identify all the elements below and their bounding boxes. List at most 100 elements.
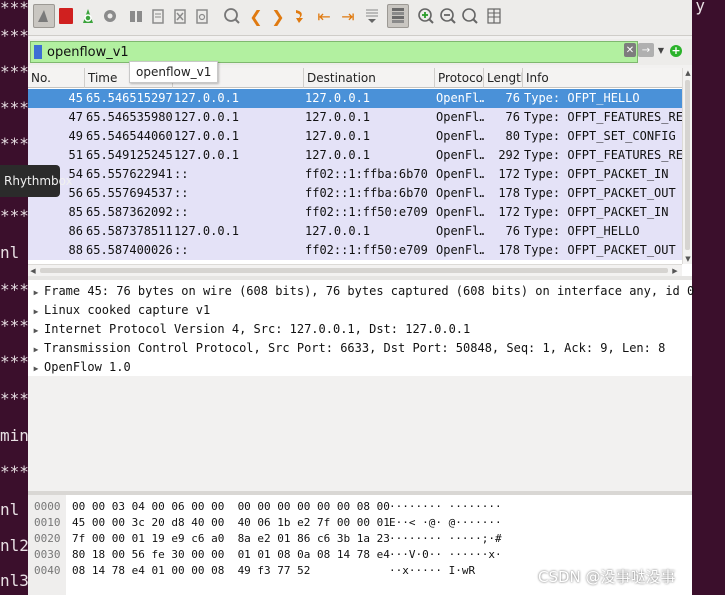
expand-arrow-icon[interactable]: ▶ (28, 302, 44, 321)
byte-ascii[interactable]: ········ ········ (389, 499, 502, 515)
normal-size-icon[interactable] (459, 4, 481, 28)
scroll-thumb[interactable] (40, 268, 668, 273)
expand-arrow-icon[interactable]: ▶ (28, 283, 44, 302)
packet-cell-time: 65.557694537 (86, 186, 173, 200)
display-filter-bar: openflow_v1 ✕ → ▼ + (28, 39, 692, 65)
detail-row[interactable]: ▶ Linux cooked capture v1 (28, 301, 692, 320)
packet-cell-source: 127.0.0.1 (174, 148, 240, 162)
close-file-icon[interactable] (169, 4, 191, 28)
packet-row[interactable]: 85 65.587362092:: ff02::1:ff50:e709 OpenFl…… (28, 203, 682, 222)
shark-fin-icon[interactable] (33, 4, 55, 28)
byte-ascii[interactable]: E··< ·@· @······· (389, 515, 502, 531)
capture-options-icon[interactable] (99, 4, 121, 28)
scroll-up-icon[interactable]: ▲ (683, 68, 692, 78)
packet-cell-info: Type: OFPT_PACKET_IN (524, 167, 669, 181)
byte-ascii[interactable]: ········ ·····;·# (389, 531, 502, 547)
reload-file-icon[interactable] (191, 4, 213, 28)
packet-cell-destination: 127.0.0.1 (305, 224, 371, 238)
packet-cell-destination: ff02::1:ff50:e709 (305, 243, 428, 257)
clear-filter-icon[interactable]: ✕ (624, 43, 636, 57)
packet-cell-info: Type: OFPT_SET_CONFIG (524, 129, 676, 143)
detail-row[interactable]: ▶ Internet Protocol Version 4, Src: 127.0… (28, 320, 692, 339)
packet-cell-protocol: OpenFl… (436, 243, 484, 257)
packet-cell-source: 127.0.0.1 (174, 129, 240, 143)
apply-filter-icon[interactable]: → (638, 43, 654, 57)
restart-capture-icon[interactable] (77, 4, 99, 28)
byte-hex[interactable]: 45 00 00 3c 20 d8 40 00 40 06 1b e2 7f 0… (72, 515, 390, 531)
column-header-destination[interactable]: Destination (304, 68, 435, 88)
go-to-packet-icon[interactable] (289, 4, 311, 28)
byte-hex[interactable]: 00 00 03 04 00 06 00 00 00 00 00 00 00 0… (72, 499, 390, 515)
filter-text[interactable]: openflow_v1 (47, 45, 129, 60)
bytes-row[interactable]: 0020 7f 00 00 01 19 e9 c6 a0 8a e2 01 86 … (28, 531, 692, 547)
column-header-length[interactable]: Length (484, 68, 523, 88)
terminal-line: *** (0, 0, 28, 17)
bytes-row[interactable]: 0030 80 18 00 56 fe 30 00 00 01 01 08 0a … (28, 547, 692, 563)
go-forward-icon[interactable]: ❯ (267, 4, 289, 28)
detail-row[interactable]: ▶ Frame 45: 76 bytes on wire (608 bits), … (28, 282, 695, 302)
detail-row[interactable]: ▶ OpenFlow 1.0 (28, 358, 692, 377)
column-header-no[interactable]: No. (28, 68, 85, 88)
open-file-icon[interactable] (125, 4, 147, 28)
packet-cell-no: 49 (68, 129, 83, 143)
expand-arrow-icon[interactable]: ▶ (28, 321, 44, 340)
column-header-info[interactable]: Info (523, 68, 682, 88)
stop-capture-icon[interactable] (55, 4, 77, 28)
packet-cell-destination: 127.0.0.1 (305, 110, 371, 124)
packet-cell-length: 80 (505, 129, 520, 143)
packet-cell-time: 65.546535980 (86, 110, 173, 124)
colorize-icon[interactable] (387, 4, 409, 28)
bytes-row[interactable]: 0000 00 00 03 04 00 06 00 00 00 00 00 00 … (28, 499, 692, 515)
packet-row[interactable]: 56 65.557694537:: ff02::1:ffba:6b70 OpenFl…… (28, 184, 682, 203)
byte-offset: 0030 (34, 548, 61, 561)
zoom-out-icon[interactable] (437, 4, 459, 28)
terminal-line: nl2 (0, 536, 28, 555)
packet-cell-no: 86 (68, 224, 83, 238)
packet-list-horizontal-scrollbar[interactable]: ◀ ▶ (28, 264, 682, 276)
packet-row[interactable]: 88 65.587400026:: ff02::1:ff50:e709 OpenFl…… (28, 241, 682, 260)
display-filter-input[interactable]: openflow_v1 (30, 41, 638, 63)
scroll-thumb[interactable] (685, 80, 690, 250)
go-back-icon[interactable]: ❮ (245, 4, 267, 28)
scroll-right-icon[interactable]: ▶ (670, 265, 680, 276)
last-packet-icon[interactable]: ⇥ (337, 4, 359, 28)
scroll-down-icon[interactable]: ▼ (683, 254, 692, 264)
bookmark-icon[interactable] (34, 45, 42, 59)
detail-row[interactable]: ▶ Transmission Control Protocol, Src Port… (28, 339, 692, 358)
zoom-in-icon[interactable] (415, 4, 437, 28)
scroll-left-icon[interactable]: ◀ (28, 265, 38, 276)
packet-cell-info: Type: OFPT_FEATURES_REQUES (524, 110, 682, 124)
byte-hex[interactable]: 08 14 78 e4 01 00 00 08 49 f3 77 52 (72, 563, 310, 579)
packet-cell-no: 88 (68, 243, 83, 257)
save-file-icon[interactable] (147, 4, 169, 28)
byte-ascii[interactable]: ··x····· I·wR (389, 563, 475, 579)
find-packet-icon[interactable] (221, 4, 243, 28)
packet-row[interactable]: 49 65.546544060 127.0.0.1 127.0.0.1 OpenFl… 8… (28, 127, 682, 146)
byte-hex[interactable]: 80 18 00 56 fe 30 00 00 01 01 08 0a 08 1… (72, 547, 390, 563)
packet-row[interactable]: 86 65.587378511 127.0.0.1 127.0.0.1 OpenFl… 7… (28, 222, 682, 241)
byte-hex[interactable]: 7f 00 00 01 19 e9 c6 a0 8a e2 01 86 c6 3… (72, 531, 390, 547)
packet-cell-no: 51 (68, 148, 83, 162)
packet-row[interactable]: 47 65.546535980 127.0.0.1 127.0.0.1 OpenFl… 7… (28, 108, 682, 127)
expand-arrow-icon[interactable]: ▶ (28, 340, 44, 359)
packet-row[interactable]: 45 65.546515297 127.0.0.1 127.0.0.1 OpenFl… 7… (28, 89, 682, 108)
bytes-row[interactable]: 0010 45 00 00 3c 20 d8 40 00 40 06 1b e2 … (28, 515, 692, 531)
auto-scroll-icon[interactable] (361, 4, 383, 28)
packet-cell-length: 76 (505, 224, 520, 238)
packet-cell-info: Type: OFPT_HELLO (524, 224, 640, 238)
first-packet-icon[interactable]: ⇤ (313, 4, 335, 28)
byte-ascii[interactable]: ···V·0·· ······x· (389, 547, 502, 563)
packet-row[interactable]: 51 65.549125245 127.0.0.1 127.0.0.1 OpenFl… 2… (28, 146, 682, 165)
filter-history-dropdown-icon[interactable]: ▼ (656, 43, 666, 57)
packet-list-vertical-scrollbar[interactable]: ▲ ▼ (682, 68, 692, 264)
packet-cell-source: :: (174, 243, 189, 257)
packet-row[interactable]: 54 65.557622941:: ff02::1:ffba:6b70 OpenFl…… (28, 165, 682, 184)
packet-cell-protocol: OpenFl… (436, 148, 484, 162)
detail-text: Linux cooked capture v1 (44, 303, 211, 317)
filter-tooltip: openflow_v1 (129, 61, 219, 83)
packet-cell-protocol: OpenFl… (436, 110, 484, 124)
column-header-protocol[interactable]: Protocol (435, 68, 484, 88)
resize-columns-icon[interactable] (483, 4, 505, 28)
add-filter-button-icon[interactable]: + (670, 45, 682, 57)
packet-cell-info: Type: OFPT_PACKET_OUT (524, 186, 676, 200)
